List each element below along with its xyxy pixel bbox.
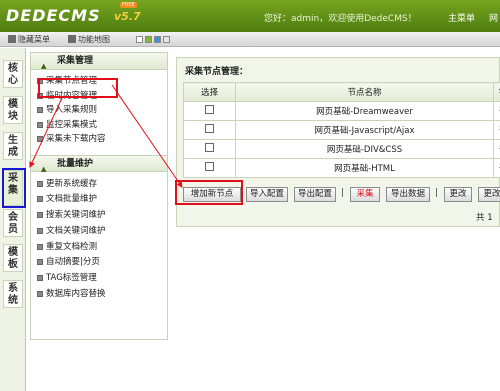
arrow-line <box>111 84 183 188</box>
arrow-line <box>29 97 63 168</box>
annotation-arrows <box>29 84 183 188</box>
